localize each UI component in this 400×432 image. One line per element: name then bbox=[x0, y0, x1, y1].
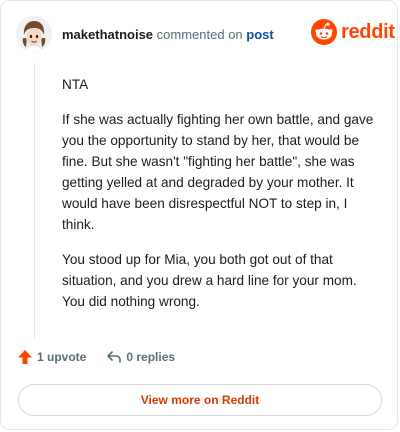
thread-line[interactable] bbox=[34, 63, 35, 338]
replies-button[interactable]: 0 replies bbox=[106, 349, 175, 365]
upvote-count: 1 upvote bbox=[37, 350, 87, 364]
reddit-wordmark: reddit bbox=[341, 20, 395, 43]
avatar[interactable] bbox=[16, 16, 52, 52]
reddit-snoo-icon bbox=[311, 19, 337, 45]
commented-on-text: commented on bbox=[156, 27, 243, 42]
comment-actions: 1 upvote 0 replies bbox=[17, 349, 175, 365]
comment-header: makethatnoise commented on post bbox=[62, 27, 274, 43]
view-more-button[interactable]: View more on Reddit bbox=[18, 384, 382, 416]
reddit-logo[interactable]: reddit bbox=[311, 19, 395, 45]
comment-paragraph: You stood up for Mia, you both got out o… bbox=[62, 252, 357, 309]
replies-count: 0 replies bbox=[126, 350, 176, 364]
post-link[interactable]: post bbox=[246, 27, 273, 42]
comment-paragraph: If she was actually fighting her own bat… bbox=[62, 112, 374, 232]
comment-card: makethatnoise commented on post reddit N… bbox=[0, 0, 398, 430]
username-link[interactable]: makethatnoise bbox=[62, 27, 153, 42]
avatar-illustration-icon bbox=[16, 16, 52, 52]
comment-paragraph: NTA bbox=[62, 77, 89, 92]
upvote-button[interactable]: 1 upvote bbox=[17, 349, 86, 365]
reply-arrow-icon bbox=[107, 351, 122, 363]
comment-body: NTA If she was actually fighting her own… bbox=[62, 74, 382, 326]
upvote-arrow-icon bbox=[18, 350, 32, 364]
